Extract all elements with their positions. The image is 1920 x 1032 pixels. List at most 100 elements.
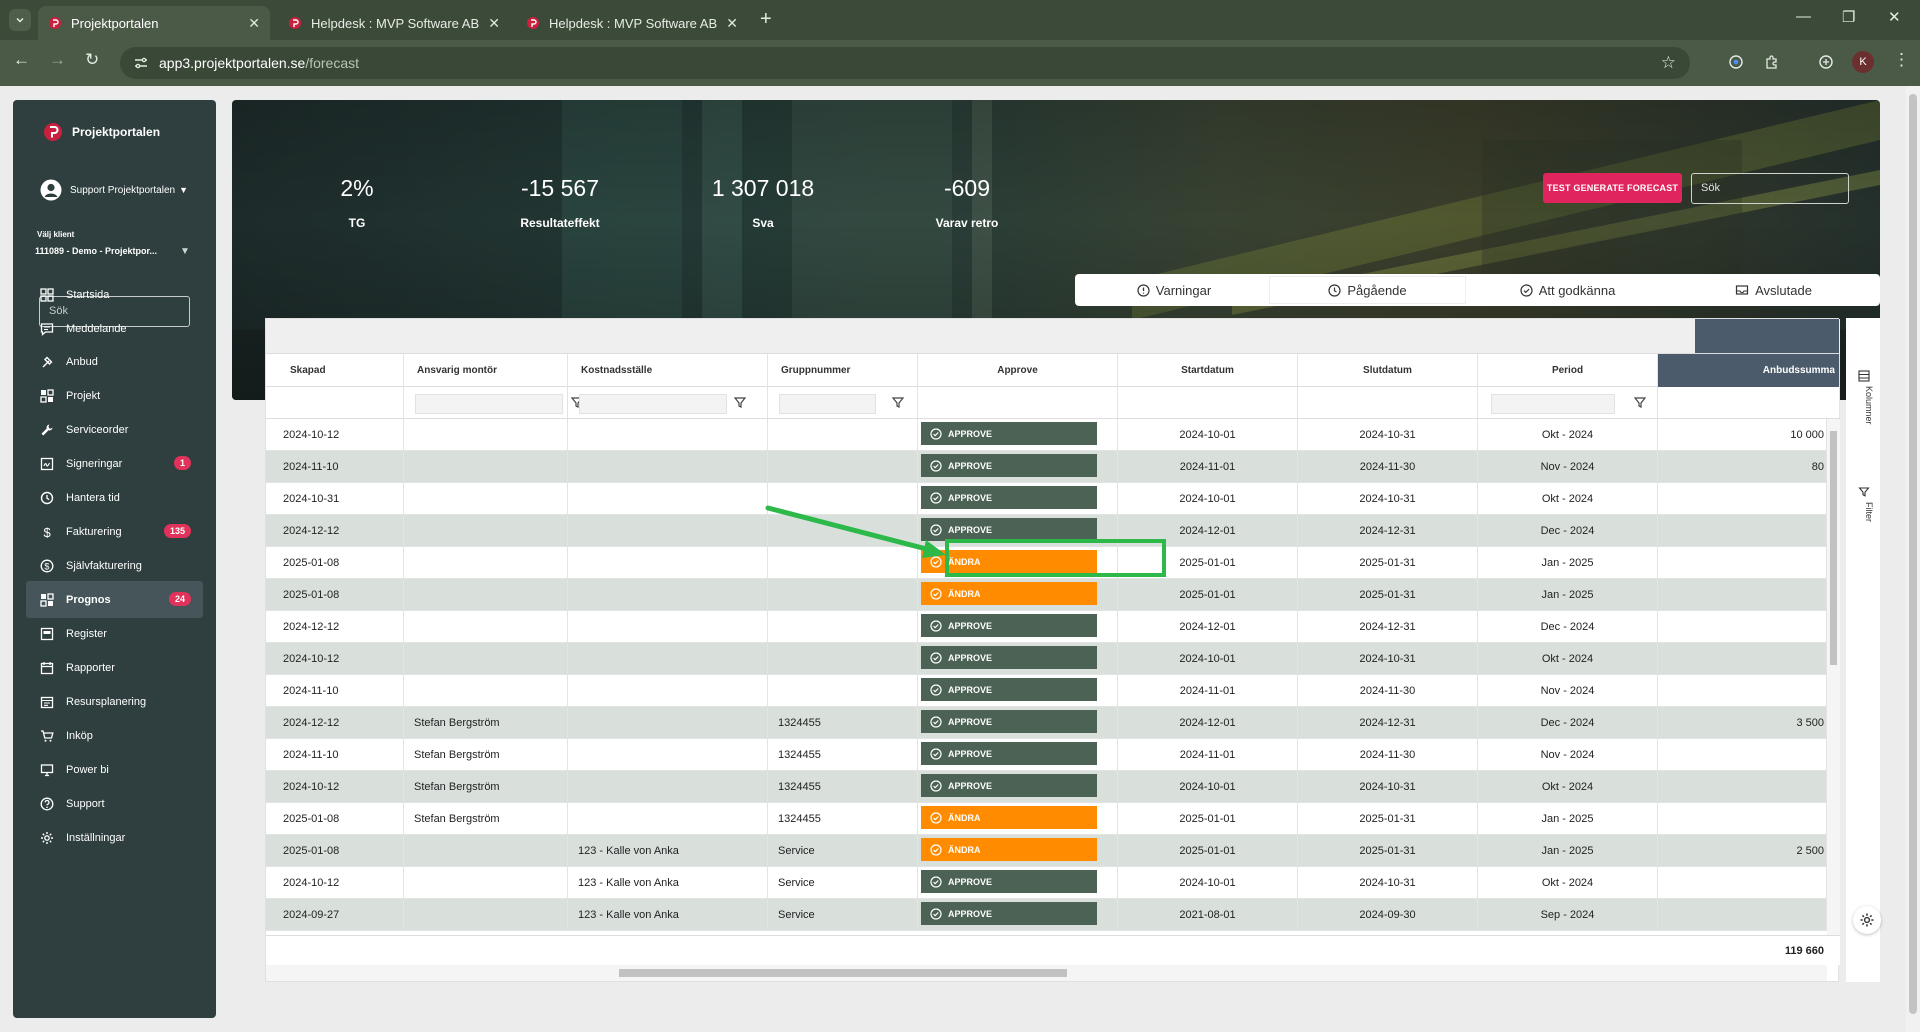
- new-tab-button[interactable]: +: [760, 8, 772, 31]
- table-row[interactable]: 2024-11-10 APPROVE 2024-11-01 2024-11-30 Nov…: [266, 451, 1827, 483]
- address-bar[interactable]: app3.projektportalen.se/forecast ☆: [120, 47, 1690, 79]
- tab-pagaende[interactable]: Pågående: [1270, 277, 1465, 303]
- approve-button[interactable]: APPROVE: [921, 870, 1097, 893]
- close-window-icon[interactable]: ✕: [1888, 8, 1901, 26]
- app-logo[interactable]: Projektportalen: [43, 122, 160, 142]
- approve-button[interactable]: APPROVE: [921, 678, 1097, 701]
- table-row[interactable]: 2024-10-12 123 - Kalle von Anka Service APP…: [266, 867, 1827, 899]
- table-row[interactable]: 2024-10-12 Stefan Bergström 1324455 APPROVE…: [266, 771, 1827, 803]
- grid-vertical-scrollbar[interactable]: [1827, 419, 1840, 935]
- sync-icon[interactable]: [1816, 52, 1836, 72]
- table-row[interactable]: 2024-11-10 Stefan Bergström 1324455 APPROVE…: [266, 739, 1827, 771]
- close-tab-icon[interactable]: ✕: [248, 15, 260, 32]
- filter-period-input[interactable]: [1491, 394, 1615, 414]
- extensions-puzzle-icon[interactable]: [1762, 52, 1782, 72]
- page-scrollbar[interactable]: [1906, 86, 1920, 1032]
- columns-panel-toggle[interactable]: Kolumner: [1854, 386, 1874, 425]
- column-header-startdatum[interactable]: Startdatum: [1118, 354, 1298, 387]
- column-header-ansvarig-montor[interactable]: Ansvarig montör: [404, 354, 568, 387]
- grid-vscroll-thumb[interactable]: [1830, 431, 1837, 665]
- approve-button[interactable]: APPROVE: [921, 646, 1097, 669]
- extension-globe-icon[interactable]: [1726, 52, 1746, 72]
- forward-arrow-icon[interactable]: →: [49, 50, 66, 70]
- tab-avslutade[interactable]: Avslutade: [1670, 277, 1877, 303]
- filter-funnel-icon[interactable]: [733, 395, 747, 409]
- grid-hscroll-thumb[interactable]: [619, 969, 1067, 977]
- column-header-gruppnummer[interactable]: Gruppnummer: [768, 354, 918, 387]
- column-header-kostnadsstalle[interactable]: Kostnadsställe: [568, 354, 768, 387]
- table-row[interactable]: 2025-01-08 ÄNDRA 2025-01-01 2025-01-31 Jan -…: [266, 579, 1827, 611]
- browser-menu-icon[interactable]: ⋮: [1893, 50, 1910, 70]
- approve-button[interactable]: APPROVE: [921, 742, 1097, 765]
- filter-panel-toggle[interactable]: Filter: [1854, 502, 1874, 522]
- approve-button[interactable]: APPROVE: [921, 422, 1097, 445]
- sidebar-item-självfakturering[interactable]: $ Självfakturering: [26, 547, 203, 584]
- user-menu[interactable]: Support Projektportalen ▼: [40, 179, 188, 201]
- table-row[interactable]: 2024-09-27 123 - Kalle von Anka Service APP…: [266, 899, 1827, 931]
- tab-search-button[interactable]: [9, 9, 31, 31]
- andra-button[interactable]: ÄNDRA: [921, 806, 1097, 829]
- table-row[interactable]: 2025-01-08 123 - Kalle von Anka Service ÄND…: [266, 835, 1827, 867]
- tab-att-godkanna[interactable]: Att godkänna: [1465, 277, 1670, 303]
- column-header-approve[interactable]: Approve: [918, 354, 1118, 387]
- settings-gear-button[interactable]: [1853, 906, 1881, 934]
- reload-icon[interactable]: ↻: [85, 50, 99, 70]
- grid-horizontal-scrollbar[interactable]: [266, 965, 1827, 981]
- columns-icon[interactable]: [1858, 370, 1870, 382]
- table-row[interactable]: 2024-12-12 APPROVE 2024-12-01 2024-12-31 Dec…: [266, 611, 1827, 643]
- sidebar-item-rapporter[interactable]: Rapporter: [26, 649, 203, 686]
- andra-button[interactable]: ÄNDRA: [921, 582, 1097, 605]
- table-row[interactable]: 2024-12-12 Stefan Bergström 1324455 APPROVE…: [266, 707, 1827, 739]
- filter-kostnadsstalle-input[interactable]: [579, 394, 727, 414]
- client-select[interactable]: 111089 - Demo - Projektpor...: [35, 246, 157, 256]
- sidebar-item-serviceorder[interactable]: Serviceorder: [26, 411, 203, 448]
- sidebar-item-inställningar[interactable]: Inställningar: [26, 819, 203, 856]
- table-row[interactable]: 2024-10-12 APPROVE 2024-10-01 2024-10-31 Okt…: [266, 419, 1827, 451]
- filter-ansvarig-montor-input[interactable]: [415, 394, 563, 414]
- minimize-icon[interactable]: —: [1796, 8, 1811, 25]
- table-row[interactable]: 2024-11-10 APPROVE 2024-11-01 2024-11-30 Nov…: [266, 675, 1827, 707]
- browser-tab-1[interactable]: Projektportalen ✕: [38, 6, 270, 40]
- sidebar-item-inköp[interactable]: Inköp: [26, 717, 203, 754]
- table-row[interactable]: 2025-01-08 Stefan Bergström 1324455 ÄNDRA 20…: [266, 803, 1827, 835]
- forecast-search-input[interactable]: Sök: [1691, 173, 1849, 204]
- client-dropdown-caret-icon[interactable]: ▼: [180, 246, 190, 257]
- close-tab-icon[interactable]: ✕: [488, 15, 500, 32]
- restore-icon[interactable]: ❐: [1842, 8, 1855, 26]
- column-header-period[interactable]: Period: [1478, 354, 1658, 387]
- sidebar-item-anbud[interactable]: Anbud: [26, 343, 203, 380]
- filter-funnel-icon[interactable]: [1858, 486, 1870, 498]
- column-header-anbudssumma[interactable]: Anbudssumma: [1658, 354, 1840, 387]
- close-tab-icon[interactable]: ✕: [726, 15, 738, 32]
- profile-avatar[interactable]: K: [1852, 51, 1874, 73]
- site-settings-icon[interactable]: [133, 55, 149, 71]
- column-header-slutdatum[interactable]: Slutdatum: [1298, 354, 1478, 387]
- approve-button[interactable]: APPROVE: [921, 614, 1097, 637]
- sidebar-item-projekt[interactable]: Projekt: [26, 377, 203, 414]
- column-header-skapad[interactable]: Skapad: [266, 354, 404, 387]
- filter-gruppnummer-input[interactable]: [779, 394, 876, 414]
- table-row[interactable]: 2024-10-12 APPROVE 2024-10-01 2024-10-31 Okt…: [266, 643, 1827, 675]
- back-arrow-icon[interactable]: ←: [13, 50, 30, 70]
- approve-button[interactable]: APPROVE: [921, 454, 1097, 477]
- sidebar-item-fakturering[interactable]: $ Fakturering 135: [26, 513, 203, 550]
- approve-button[interactable]: APPROVE: [921, 902, 1097, 925]
- table-row[interactable]: 2024-10-31 APPROVE 2024-10-01 2024-10-31 Okt…: [266, 483, 1827, 515]
- sidebar-item-prognos[interactable]: Prognos 24: [26, 581, 203, 618]
- page-scroll-thumb[interactable]: [1909, 94, 1917, 1014]
- approve-button[interactable]: APPROVE: [921, 774, 1097, 797]
- sidebar-item-signeringar[interactable]: Signeringar 1: [26, 445, 203, 482]
- test-generate-forecast-button[interactable]: TEST GENERATE FORECAST: [1543, 173, 1682, 203]
- filter-funnel-icon[interactable]: [1633, 395, 1647, 409]
- bookmark-star-icon[interactable]: ☆: [1661, 53, 1676, 73]
- sidebar-item-meddelande[interactable]: Meddelande: [26, 310, 203, 347]
- sidebar-item-hantera-tid[interactable]: Hantera tid: [26, 479, 203, 516]
- sidebar-item-power-bi[interactable]: Power bi: [26, 751, 203, 788]
- approve-button[interactable]: APPROVE: [921, 710, 1097, 733]
- sidebar-item-resursplanering[interactable]: Resursplanering: [26, 683, 203, 720]
- browser-tab-3[interactable]: Helpdesk : MVP Software AB ✕: [516, 6, 748, 40]
- tab-varningar[interactable]: Varningar: [1078, 277, 1270, 303]
- sidebar-item-startsida[interactable]: Startsida: [26, 276, 203, 313]
- sidebar-item-register[interactable]: Register: [26, 615, 203, 652]
- browser-tab-2[interactable]: Helpdesk : MVP Software AB ✕: [278, 6, 510, 40]
